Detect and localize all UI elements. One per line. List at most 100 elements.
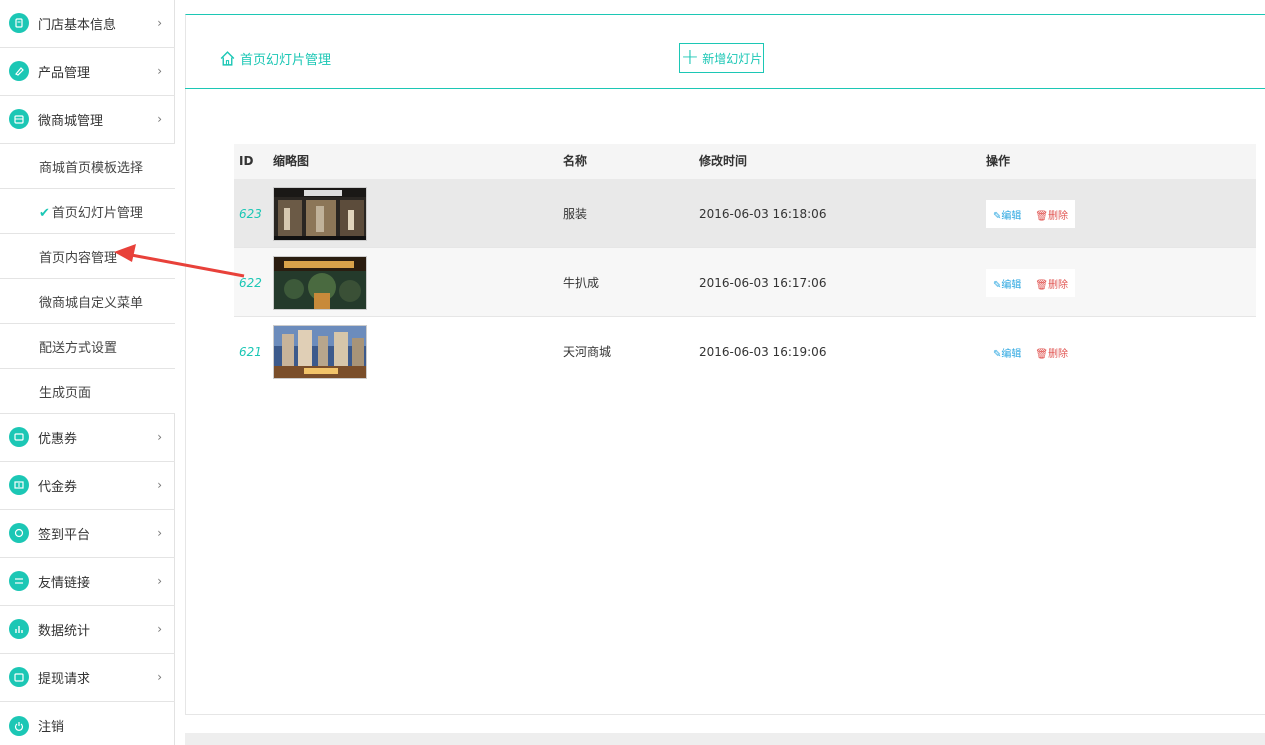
chevron-right-icon: ›: [157, 670, 162, 685]
chevron-right-icon: ›: [157, 16, 162, 31]
sidebar-subitem-homepage-content[interactable]: 首页内容管理: [0, 234, 175, 280]
edit-button[interactable]: ✎编辑: [993, 345, 1021, 360]
chevron-right-icon: ›: [157, 430, 162, 445]
edit-button[interactable]: ✎编辑: [993, 207, 1021, 222]
sidebar-item-label: 数据统计: [38, 623, 91, 639]
sidebar: 门店基本信息 › 产品管理 › 微商城管理 › 商城首页模板选择 ✔ 首页幻灯片管…: [0, 0, 175, 745]
column-header-id: ID: [239, 154, 254, 168]
link-icon: [9, 571, 29, 592]
sidebar-item-links[interactable]: 友情链接 ›: [0, 558, 175, 606]
sidebar-item-label: ✔ 首页幻灯片管理: [0, 202, 175, 221]
sidebar-item-label: 代金券: [38, 479, 78, 495]
row-name: 牛扒成: [563, 276, 600, 290]
delete-label: 删除: [1048, 348, 1069, 360]
sidebar-item-label: 微商城自定义菜单: [39, 295, 144, 311]
breadcrumb[interactable]: 首页幻灯片管理: [219, 49, 331, 68]
plus-icon: +: [680, 45, 700, 70]
sidebar-subitem-generate-page[interactable]: 生成页面: [0, 369, 175, 415]
sidebar-item-logout[interactable]: 注销: [0, 702, 175, 745]
edit-label: 编辑: [1001, 210, 1022, 222]
add-slide-label: 新增幻灯片: [702, 51, 763, 66]
row-name: 天河商城: [563, 345, 612, 359]
thumbnail-image: [273, 187, 367, 241]
sidebar-item-statistics[interactable]: 数据统计 ›: [0, 606, 175, 654]
bottom-strip: [185, 733, 1265, 745]
delete-label: 删除: [1048, 279, 1069, 291]
header-divider: [185, 88, 1265, 89]
row-actions: ✎编辑 🗑删除: [986, 338, 1075, 366]
sidebar-item-label: 提现请求: [38, 671, 91, 687]
sidebar-item-label: 门店基本信息: [38, 17, 117, 33]
wallet-icon: [9, 667, 29, 688]
chart-icon: [9, 619, 29, 640]
sidebar-item-label: 注销: [38, 720, 65, 736]
chevron-right-icon: ›: [157, 526, 162, 541]
sidebar-item-label: 商城首页模板选择: [39, 160, 144, 176]
sidebar-item-store-info[interactable]: 门店基本信息 ›: [0, 0, 175, 48]
chevron-right-icon: ›: [157, 622, 162, 637]
thumbnail-image: [273, 256, 367, 310]
chevron-right-icon: ›: [157, 478, 162, 493]
sidebar-item-label: 配送方式设置: [39, 340, 118, 356]
sidebar-item-vouchers[interactable]: 代金券 ›: [0, 462, 175, 510]
column-header-name: 名称: [563, 154, 588, 168]
sidebar-item-products[interactable]: 产品管理 ›: [0, 48, 175, 96]
chevron-right-icon: ›: [157, 64, 162, 79]
trash-icon: 🗑: [1035, 210, 1049, 222]
trash-icon: 🗑: [1035, 279, 1049, 291]
row-modified-time: 2016-06-03 16:19:06: [699, 344, 827, 359]
thumbnail-image: [273, 325, 367, 379]
table-header: ID 缩略图 名称 修改时间 操作: [234, 144, 1256, 179]
sidebar-item-label: 签到平台: [38, 527, 91, 543]
row-name: 服装: [563, 207, 588, 221]
power-icon: [9, 715, 29, 736]
coupon-icon: [9, 427, 29, 448]
edit-label: 编辑: [1001, 348, 1022, 360]
sidebar-item-label: 产品管理: [38, 65, 91, 81]
sidebar-subitem-delivery[interactable]: 配送方式设置: [0, 324, 175, 370]
shop-icon: [9, 109, 29, 130]
row-id: 623: [239, 206, 262, 221]
sidebar-item-checkin[interactable]: 签到平台 ›: [0, 510, 175, 558]
sidebar-item-coupons[interactable]: 优惠券 ›: [0, 414, 175, 462]
sidebar-item-text: 首页幻灯片管理: [51, 205, 143, 221]
tag-icon: [9, 61, 29, 82]
sidebar-subitem-slideshow[interactable]: ✔ 首页幻灯片管理: [0, 189, 175, 235]
store-icon: [9, 13, 29, 34]
sidebar-item-label: 生成页面: [39, 385, 92, 401]
column-header-thumbnail: 缩略图: [273, 154, 310, 168]
sidebar-item-label: 优惠券: [38, 431, 78, 447]
sidebar-item-label: 首页内容管理: [39, 250, 118, 266]
row-modified-time: 2016-06-03 16:18:06: [699, 206, 827, 221]
checkin-icon: [9, 523, 29, 544]
sidebar-subitem-custom-menu[interactable]: 微商城自定义菜单: [0, 279, 175, 325]
chevron-right-icon: ›: [157, 574, 162, 589]
column-header-modified: 修改时间: [699, 154, 748, 168]
table-row: 623 服装 2016-06-03 16:18:06 ✎编辑 🗑删除: [234, 179, 1256, 248]
delete-button[interactable]: 🗑删除: [1035, 207, 1068, 222]
trash-icon: 🗑: [1035, 348, 1049, 360]
row-actions: ✎编辑 🗑删除: [986, 269, 1075, 297]
column-header-actions: 操作: [986, 154, 1011, 168]
sidebar-item-micro-mall[interactable]: 微商城管理 ›: [0, 96, 175, 144]
delete-button[interactable]: 🗑删除: [1035, 276, 1068, 291]
check-icon: ✔: [39, 205, 50, 221]
sidebar-subitem-template-select[interactable]: 商城首页模板选择: [0, 144, 175, 190]
add-slide-button[interactable]: + 新增幻灯片: [679, 43, 764, 73]
table-row: 622 牛扒成 2016-06-03 16:17:06 ✎编辑 🗑删除: [234, 248, 1256, 317]
row-modified-time: 2016-06-03 16:17:06: [699, 275, 827, 290]
voucher-icon: [9, 475, 29, 496]
home-icon: [220, 51, 235, 66]
sidebar-item-label: 微商城管理: [38, 113, 104, 129]
sidebar-item-label: 友情链接: [38, 575, 91, 591]
breadcrumb-label: 首页幻灯片管理: [240, 53, 332, 68]
table-row: 621 天河商城 2016-06-03 16:19:06 ✎编辑 �: [234, 317, 1256, 386]
edit-label: 编辑: [1001, 279, 1022, 291]
row-actions: ✎编辑 🗑删除: [986, 200, 1075, 228]
edit-button[interactable]: ✎编辑: [993, 276, 1021, 291]
sidebar-item-withdraw[interactable]: 提现请求 ›: [0, 654, 175, 702]
delete-button[interactable]: 🗑删除: [1035, 345, 1068, 360]
chevron-right-icon: ›: [157, 112, 162, 127]
app-root: 门店基本信息 › 产品管理 › 微商城管理 › 商城首页模板选择 ✔ 首页幻灯片管…: [0, 0, 1265, 745]
row-id: 622: [239, 275, 262, 290]
